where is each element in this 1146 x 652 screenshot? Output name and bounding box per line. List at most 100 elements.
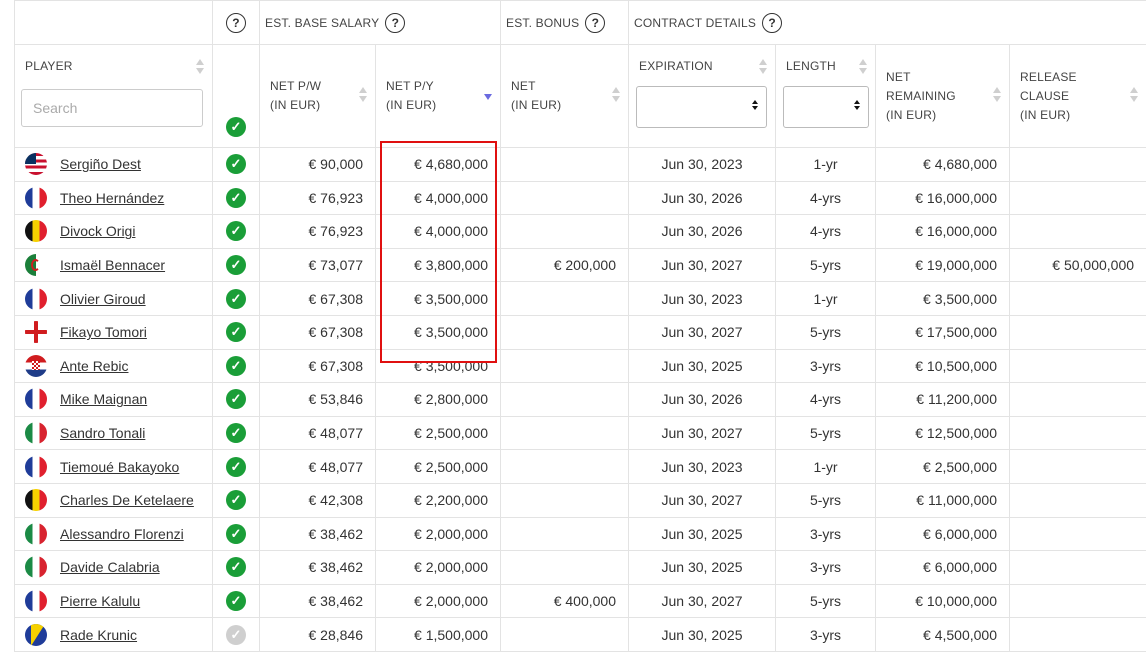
help-icon[interactable]: ? xyxy=(385,13,405,33)
flag-england-icon xyxy=(25,321,47,343)
check-icon: ✓ xyxy=(226,457,246,477)
expiration-cell: Jun 30, 2025 xyxy=(629,618,776,652)
sort-icon[interactable] xyxy=(759,59,767,77)
player-name-link[interactable]: Divock Origi xyxy=(60,223,135,239)
player-name-link[interactable]: Mike Maignan xyxy=(60,391,147,407)
search-input[interactable] xyxy=(21,89,203,127)
select-caret-icon xyxy=(752,100,758,112)
player-name-link[interactable]: Theo Hernández xyxy=(60,190,164,206)
table-row: Sandro Tonali✓€ 48,077€ 2,500,000Jun 30,… xyxy=(15,416,1146,450)
release-clause-cell xyxy=(1010,483,1146,517)
sort-icon[interactable] xyxy=(359,87,367,105)
length-filter-select[interactable] xyxy=(783,86,869,128)
col-net-pw-unit: (IN EUR) xyxy=(270,98,320,112)
net-remaining-cell: € 16,000,000 xyxy=(876,215,1010,249)
net-remaining-cell: € 11,000,000 xyxy=(876,483,1010,517)
group-base-salary-label: EST. BASE SALARY xyxy=(265,16,379,30)
expiration-cell: Jun 30, 2025 xyxy=(629,517,776,551)
player-name-link[interactable]: Olivier Giroud xyxy=(60,291,146,307)
expiration-cell: Jun 30, 2025 xyxy=(629,349,776,383)
expiration-cell: Jun 30, 2023 xyxy=(629,148,776,182)
net-py-cell: € 4,000,000 xyxy=(376,181,501,215)
sort-icon[interactable] xyxy=(1130,87,1138,105)
bonus-cell xyxy=(501,148,629,182)
player-name-link[interactable]: Sergiño Dest xyxy=(60,156,141,172)
table-row: Alessandro Florenzi✓€ 38,462€ 2,000,000J… xyxy=(15,517,1146,551)
length-cell: 4-yrs xyxy=(776,181,876,215)
col-length-label: LENGTH xyxy=(786,59,836,73)
group-bonus-label: EST. BONUS xyxy=(506,16,579,30)
flag-belgium-icon xyxy=(25,220,47,242)
expiration-cell: Jun 30, 2027 xyxy=(629,483,776,517)
player-name-link[interactable]: Sandro Tonali xyxy=(60,425,145,441)
player-name-link[interactable]: Tiemoué Bakayoko xyxy=(60,459,179,475)
net-remaining-cell: € 2,500,000 xyxy=(876,450,1010,484)
player-cell: Sergiño Dest xyxy=(15,148,213,182)
sort-icon[interactable] xyxy=(993,87,1001,105)
expiration-filter-select[interactable] xyxy=(636,86,767,128)
release-clause-cell xyxy=(1010,282,1146,316)
col-net-pw-label: NET P/W xyxy=(270,79,321,93)
sort-icon[interactable] xyxy=(612,87,620,105)
player-name-link[interactable]: Davide Calabria xyxy=(60,559,160,575)
table-body: Sergiño Dest✓€ 90,000€ 4,680,000Jun 30, … xyxy=(15,148,1146,652)
status-cell: ✓ xyxy=(213,584,260,618)
net-py-cell: € 4,680,000 xyxy=(376,148,501,182)
net-pw-cell: € 76,923 xyxy=(260,215,376,249)
length-cell: 5-yrs xyxy=(776,584,876,618)
net-pw-cell: € 38,462 xyxy=(260,517,376,551)
net-py-cell: € 4,000,000 xyxy=(376,215,501,249)
player-name-link[interactable]: Ismaël Bennacer xyxy=(60,257,165,273)
col-bonus-net-label: NET xyxy=(511,79,536,93)
col-net-py-label: NET P/Y xyxy=(386,79,434,93)
expiration-cell: Jun 30, 2027 xyxy=(629,315,776,349)
col-net-pw[interactable]: NET P/W (IN EUR) xyxy=(260,45,376,148)
net-remaining-cell: € 6,000,000 xyxy=(876,551,1010,585)
player-name-link[interactable]: Rade Krunic xyxy=(60,627,137,643)
check-icon: ✓ xyxy=(226,490,246,510)
status-cell: ✓ xyxy=(213,517,260,551)
release-clause-cell xyxy=(1010,215,1146,249)
flag-usa-icon xyxy=(25,153,47,175)
col-release-clause-label-1: RELEASE xyxy=(1020,70,1077,84)
player-name-link[interactable]: Alessandro Florenzi xyxy=(60,526,184,542)
check-icon: ✓ xyxy=(226,524,246,544)
expiration-cell: Jun 30, 2027 xyxy=(629,584,776,618)
check-icon: ✓ xyxy=(226,255,246,275)
col-release-clause[interactable]: RELEASE CLAUSE (IN EUR) xyxy=(1010,45,1146,148)
col-net-py[interactable]: NET P/Y (IN EUR) xyxy=(376,45,501,148)
col-length[interactable]: LENGTH xyxy=(776,45,876,148)
check-icon: ✓ xyxy=(226,117,246,137)
net-remaining-cell: € 17,500,000 xyxy=(876,315,1010,349)
net-remaining-cell: € 19,000,000 xyxy=(876,248,1010,282)
col-expiration[interactable]: EXPIRATION xyxy=(629,45,776,148)
table-row: Ismaël Bennacer✓€ 73,077€ 3,800,000€ 200… xyxy=(15,248,1146,282)
sort-desc-icon[interactable] xyxy=(484,87,492,105)
col-player[interactable]: PLAYER xyxy=(15,45,213,148)
net-py-cell: € 3,500,000 xyxy=(376,282,501,316)
player-cell: Theo Hernández xyxy=(15,181,213,215)
flag-france-icon xyxy=(25,456,47,478)
flag-italy-icon xyxy=(25,422,47,444)
player-cell: Pierre Kalulu xyxy=(15,584,213,618)
flag-france-icon xyxy=(25,388,47,410)
length-cell: 5-yrs xyxy=(776,416,876,450)
net-remaining-cell: € 4,500,000 xyxy=(876,618,1010,652)
player-name-link[interactable]: Pierre Kalulu xyxy=(60,593,140,609)
bonus-cell xyxy=(501,383,629,417)
sort-icon[interactable] xyxy=(859,59,867,77)
col-player-label: PLAYER xyxy=(25,59,73,73)
help-icon[interactable]: ? xyxy=(585,13,605,33)
player-name-link[interactable]: Ante Rebic xyxy=(60,358,128,374)
player-name-link[interactable]: Charles De Ketelaere xyxy=(60,492,194,508)
release-clause-cell xyxy=(1010,618,1146,652)
help-icon[interactable]: ? xyxy=(762,13,782,33)
sort-icon[interactable] xyxy=(196,59,204,77)
player-name-link[interactable]: Fikayo Tomori xyxy=(60,324,147,340)
length-cell: 5-yrs xyxy=(776,315,876,349)
col-bonus-net[interactable]: NET (IN EUR) xyxy=(501,45,629,148)
net-py-cell: € 3,500,000 xyxy=(376,349,501,383)
col-net-remaining[interactable]: NET REMAINING (IN EUR) xyxy=(876,45,1010,148)
help-icon[interactable]: ? xyxy=(226,13,246,33)
length-cell: 1-yr xyxy=(776,450,876,484)
